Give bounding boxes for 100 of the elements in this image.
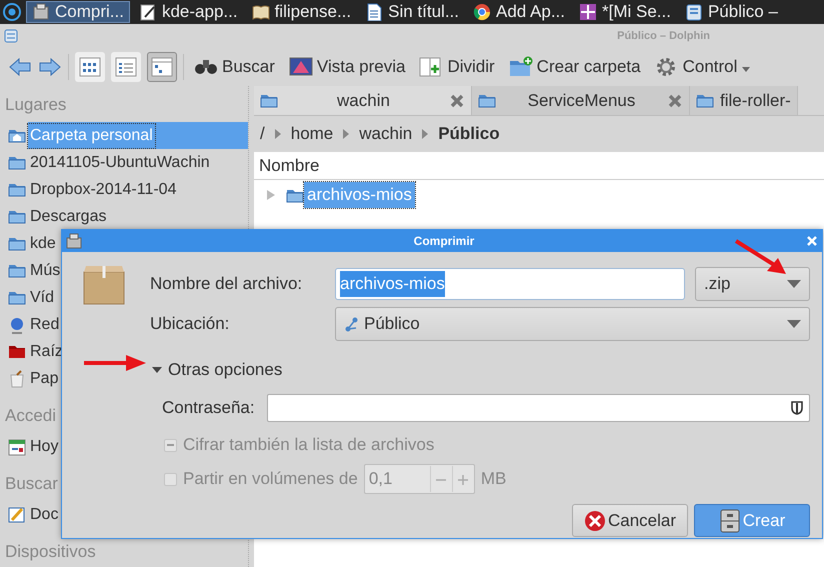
- toolbar-button[interactable]: Control: [650, 52, 756, 82]
- breadcrumb-item[interactable]: wachin: [359, 121, 412, 147]
- tab[interactable]: ServiceMenus: [472, 86, 690, 115]
- dialog-title: Comprimir: [412, 233, 476, 250]
- field-label: Contraseña:: [162, 397, 255, 420]
- share-icon: [344, 316, 358, 332]
- breadcrumb-item[interactable]: Público: [438, 121, 500, 147]
- folder-icon: [286, 188, 304, 202]
- folder-icon: [478, 93, 496, 108]
- taskbar-item[interactable]: filipense...: [246, 1, 356, 23]
- folder-icon: [8, 209, 26, 224]
- taskbar-item[interactable]: Compri...: [26, 1, 130, 23]
- preview-icon: [288, 56, 313, 78]
- cancel-button[interactable]: Cancelar: [572, 504, 688, 537]
- dash-icon: [167, 444, 174, 446]
- tab[interactable]: file-roller-: [690, 86, 798, 115]
- field-label: Ubicación:: [150, 313, 230, 336]
- sidebar-item[interactable]: Víd: [28, 286, 56, 310]
- back-arrow-icon: [8, 57, 32, 77]
- home-folder-icon: [8, 128, 26, 143]
- view-mode-icon: [151, 57, 173, 77]
- column-header[interactable]: Nombre: [259, 152, 320, 178]
- sidebar-heading: Accedi: [4, 405, 58, 428]
- view-mode-icon: [115, 57, 137, 77]
- folder-icon: [8, 236, 26, 251]
- breadcrumb-arrow-icon: [343, 129, 350, 139]
- cancel-icon: [584, 510, 606, 532]
- sidebar-item[interactable]: Mús: [28, 258, 62, 282]
- sidebar-item[interactable]: Hoy: [28, 434, 60, 458]
- shield-icon: [791, 401, 803, 415]
- checkbox-label: Cifrar también la lista de archivos: [183, 434, 434, 456]
- document-icon: [365, 3, 384, 21]
- folder-icon: [696, 93, 714, 108]
- taskbar-item[interactable]: Add Ap...: [468, 1, 570, 23]
- options-toggle[interactable]: Otras opciones: [150, 348, 810, 392]
- view-mode-button[interactable]: [75, 52, 105, 82]
- sidebar-item[interactable]: Dropbox-2014-11-04: [28, 178, 178, 202]
- breadcrumb-arrow-icon: [422, 129, 428, 139]
- window-title: Público – Dolphin: [617, 28, 710, 44]
- sidebar-item[interactable]: Doc: [28, 502, 60, 526]
- sidebar-item[interactable]: kde: [28, 232, 58, 256]
- location-dropdown[interactable]: Público: [335, 307, 810, 341]
- caret-icon: [787, 280, 801, 288]
- globe-icon: [8, 316, 26, 334]
- sidebar-item[interactable]: Raíz: [28, 340, 65, 364]
- breadcrumb-arrow-icon: [274, 129, 281, 139]
- folder-icon: [8, 155, 26, 170]
- caret-icon: [787, 320, 801, 328]
- calendar-icon: [8, 438, 26, 456]
- plus-icon: [458, 474, 468, 485]
- breadcrumb-item[interactable]: /: [260, 121, 265, 147]
- toolbar-button[interactable]: Vista previa: [284, 52, 410, 82]
- close-icon: [449, 92, 465, 108]
- file-cabinet-icon: [718, 508, 741, 532]
- view-mode-button[interactable]: [147, 52, 177, 82]
- sidebar-item[interactable]: Pap: [28, 366, 60, 390]
- toolbar-button[interactable]: Crear carpeta: [504, 52, 645, 82]
- format-dropdown[interactable]: .zip: [695, 267, 810, 301]
- file-manager-icon: [684, 3, 703, 21]
- sidebar-heading: Lugares: [4, 94, 68, 116]
- password-field[interactable]: [266, 394, 810, 422]
- sidebar-item[interactable]: 20141105-UbuntuWachin: [28, 150, 212, 174]
- taskbar-item[interactable]: Público –: [680, 1, 783, 23]
- trash-bin-icon: [8, 370, 26, 388]
- folder-icon: [8, 263, 26, 278]
- sidebar-item[interactable]: Red: [28, 312, 62, 336]
- folder-icon: [8, 344, 26, 359]
- folder-icon: [8, 182, 26, 197]
- checkbox-label: Partir en volúmenes de: [183, 468, 358, 490]
- field-label: Nombre del archivo:: [150, 273, 304, 296]
- app-launcher-icon: [2, 2, 22, 22]
- toolbar-button[interactable]: Dividir: [415, 52, 499, 82]
- annotation-arrow: [82, 353, 148, 373]
- taskbar-item[interactable]: *[Mi Se...: [574, 1, 676, 23]
- sidebar-item[interactable]: Descargas: [28, 204, 108, 228]
- split-view-icon: [419, 56, 444, 78]
- unit-label: MB: [480, 468, 506, 490]
- notepad-icon: [138, 3, 157, 21]
- picture-icon: [579, 3, 597, 21]
- close-icon: [806, 235, 818, 247]
- expand-arrow-icon[interactable]: [266, 189, 276, 201]
- taskbar-item[interactable]: Sin títul...: [360, 1, 464, 23]
- taskbar-item[interactable]: kde-app...: [134, 1, 243, 23]
- tab[interactable]: wachin: [254, 86, 472, 115]
- folder-icon: [8, 290, 26, 305]
- archive-icon: [32, 3, 50, 21]
- view-mode-button[interactable]: [111, 52, 141, 82]
- close-icon: [667, 92, 683, 108]
- sidebar-heading: Buscar: [4, 473, 59, 496]
- forward-arrow-icon: [38, 57, 62, 77]
- sidebar-heading: Dispositivos: [4, 541, 97, 564]
- window-menu-icon: [4, 29, 18, 43]
- zip-package-icon: [82, 264, 126, 306]
- view-mode-icon: [79, 57, 101, 77]
- archive-icon: [66, 233, 82, 249]
- edit-document-icon: [8, 506, 26, 524]
- breadcrumb-item[interactable]: home: [290, 121, 334, 147]
- folder-icon: [260, 93, 278, 108]
- browser-icon: [473, 3, 491, 21]
- toolbar-button[interactable]: Buscar: [190, 52, 279, 82]
